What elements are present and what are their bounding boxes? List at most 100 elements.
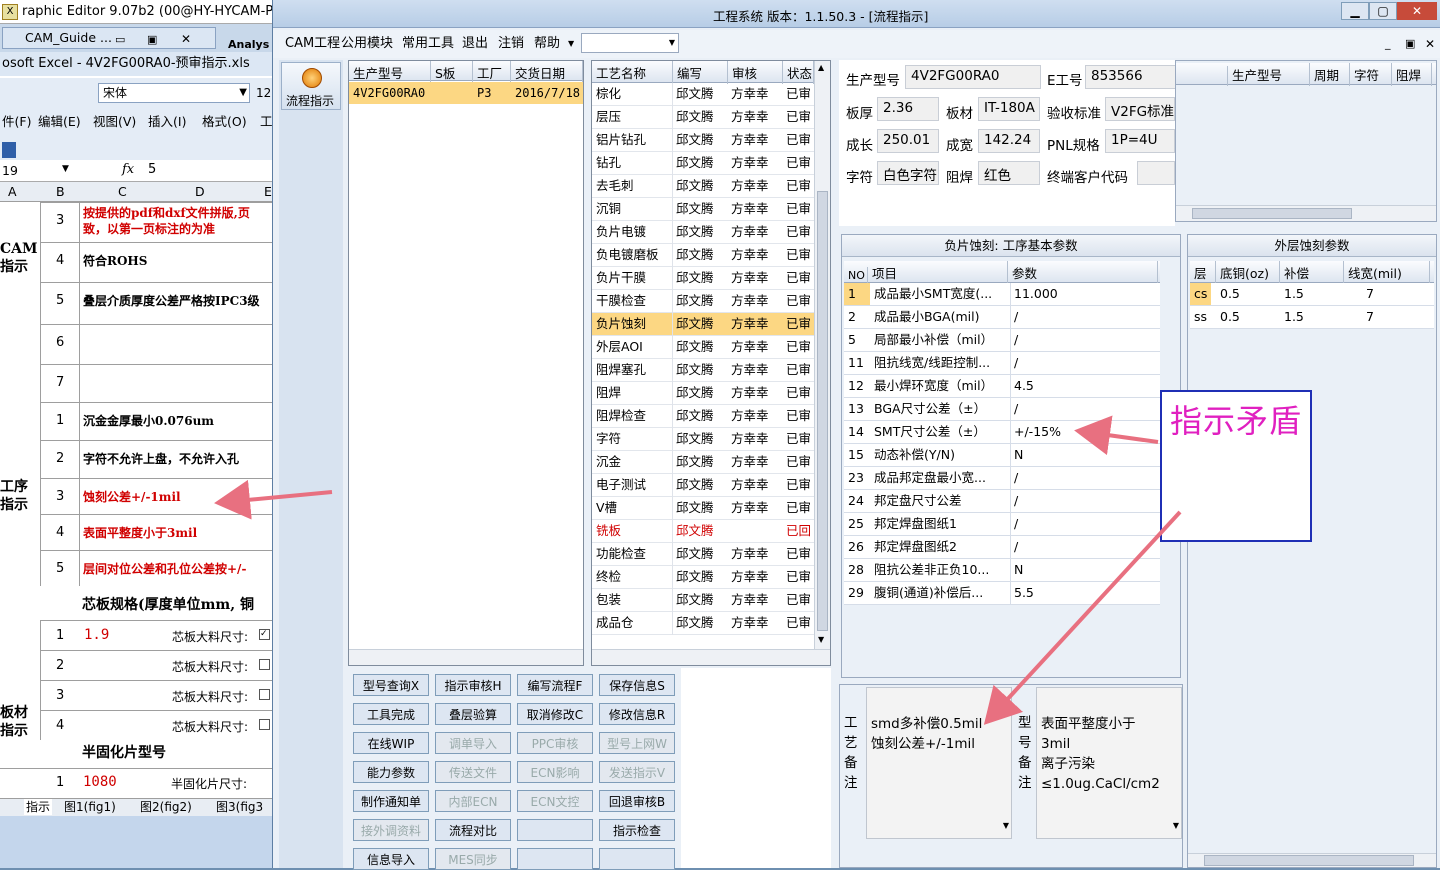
combo-arrow-icon[interactable]: ▼ — [669, 34, 675, 52]
action-button[interactable] — [517, 848, 593, 870]
col-status[interactable]: 状态 — [783, 61, 814, 84]
menu-help[interactable]: 帮助 — [534, 30, 560, 58]
etch-col-copper[interactable]: 底铜(oz) — [1216, 261, 1280, 284]
model-grid-row[interactable]: 4V2FG00RA0 P3 2016/7/18 — [349, 82, 583, 104]
param-row[interactable]: 25 邦定焊盘图纸1 / — [844, 513, 1160, 536]
toolbar-combo[interactable]: ▼ — [581, 33, 679, 53]
summary-scroll-thumb[interactable] — [1192, 208, 1352, 219]
excel-row-text[interactable]: 沉金金厚最小0.076um — [83, 413, 214, 429]
param-row[interactable]: 26 邦定焊盘图纸2 / — [844, 536, 1160, 559]
param-row[interactable]: 11 阻抗线宽/线距控制... / — [844, 352, 1160, 375]
process-row[interactable]: 阻焊 邱文腾 方幸幸 已审 — [592, 382, 814, 405]
process-row[interactable]: 外层AOI 邱文腾 方幸幸 已审 — [592, 336, 814, 359]
font-size-value[interactable]: 12 — [256, 86, 271, 100]
toolbar-options-icon[interactable] — [2, 142, 16, 158]
summary-col-mask[interactable]: 阻焊 — [1392, 63, 1432, 86]
col-d[interactable]: D — [195, 184, 205, 199]
process-grid-hscroll[interactable] — [592, 649, 830, 665]
menu-view[interactable]: 视图(V) — [93, 108, 136, 136]
name-box[interactable]: 19 — [2, 163, 18, 178]
process-row[interactable]: 终检 邱文腾 方幸幸 已审 — [592, 566, 814, 589]
excel-row-text[interactable]: 层间对位公差和孔位公差按+/- — [83, 561, 246, 577]
mdi-close-icon[interactable]: ✕ — [1425, 30, 1435, 58]
col-writer[interactable]: 编写 — [673, 61, 728, 84]
mdi-minimize-icon[interactable]: _ — [1385, 30, 1391, 58]
etch-col-comp[interactable]: 补偿 — [1280, 261, 1344, 284]
action-button[interactable]: 能力参数 — [353, 761, 429, 783]
col-model[interactable]: 生产型号 — [349, 61, 431, 84]
menu-exit[interactable]: 退出 — [462, 30, 488, 58]
minimize-icon[interactable]: ▭ — [115, 30, 125, 50]
param-row[interactable]: 13 BGA尺寸公差（±） / — [844, 398, 1160, 421]
col-factory[interactable]: 工厂 — [473, 61, 511, 84]
checkbox-icon[interactable]: ✓ — [259, 629, 270, 640]
action-button[interactable]: ECN文控 — [517, 790, 593, 812]
action-button[interactable]: 指示检查 — [599, 819, 675, 841]
process-row[interactable]: 功能检查 邱文腾 方幸幸 已审 — [592, 543, 814, 566]
action-button[interactable]: 指示审核H — [435, 674, 511, 696]
process-row[interactable]: 负电镀磨板 邱文腾 方幸幸 已审 — [592, 244, 814, 267]
etch-col-linewidth[interactable]: 线宽(mil) — [1344, 261, 1430, 284]
action-button[interactable]: 回退审核B — [599, 790, 675, 812]
width-field[interactable]: 142.24 — [978, 129, 1040, 153]
col-b[interactable]: B — [56, 184, 65, 199]
process-row[interactable]: 沉金 邱文腾 方幸幸 已审 — [592, 451, 814, 474]
menu-edit[interactable]: 编辑(E) — [38, 108, 81, 136]
chevron-down-icon[interactable]: ▼ — [239, 84, 247, 102]
length-field[interactable]: 250.01 — [877, 129, 939, 153]
process-row[interactable]: 棕化 邱文腾 方幸幸 已审 — [592, 83, 814, 106]
param-col-no[interactable]: NO — [844, 267, 868, 284]
process-row[interactable]: 钻孔 邱文腾 方幸幸 已审 — [592, 152, 814, 175]
process-note-scroll-icon[interactable]: ▼ — [1003, 816, 1009, 836]
action-button[interactable]: 型号上网W — [599, 732, 675, 754]
action-button[interactable]: 发送指示V — [599, 761, 675, 783]
action-button[interactable]: 叠层验算 — [435, 703, 511, 725]
menu-format[interactable]: 格式(O) — [202, 108, 247, 136]
menu-more[interactable]: 工 — [260, 108, 273, 136]
sheet-tab-2[interactable]: 图2(fig2) — [140, 799, 192, 815]
action-button[interactable]: 制作通知单 — [353, 790, 429, 812]
excel-row-text[interactable]: 按提供的pdf和dxf文件拼版,页 致，以第一页标注的为准 — [83, 205, 250, 237]
param-row[interactable]: 1 成品最小SMT宽度(... 11.000 — [844, 283, 1160, 306]
process-row[interactable]: 铝片钻孔 邱文腾 方幸幸 已审 — [592, 129, 814, 152]
param-col-value[interactable]: 参数 — [1008, 261, 1158, 284]
name-box-dropdown-icon[interactable]: ▼ — [62, 164, 69, 174]
action-button[interactable]: 取消修改C — [517, 703, 593, 725]
cam-guide-tab[interactable]: CAM_Guide ... ▭ ▣ ✕ — [2, 27, 216, 49]
param-col-item[interactable]: 项目 — [868, 261, 1008, 284]
action-button[interactable] — [517, 819, 593, 841]
excel-row-text[interactable]: 蚀刻公差+/-1mil — [83, 489, 181, 505]
window-restore-button[interactable]: ▢ — [1369, 2, 1397, 20]
process-row[interactable]: 层压 邱文腾 方幸幸 已审 — [592, 106, 814, 129]
col-e[interactable]: E — [264, 184, 272, 199]
action-button[interactable]: 型号查询X — [353, 674, 429, 696]
action-button[interactable]: MES同步 — [435, 848, 511, 870]
col-date[interactable]: 交货日期 — [511, 61, 583, 84]
formula-value[interactable]: 5 — [148, 162, 156, 177]
col-s[interactable]: S板 — [431, 61, 473, 84]
action-button[interactable]: 接外调资料 — [353, 819, 429, 841]
summary-col-char[interactable]: 字符 — [1350, 63, 1392, 86]
char-field[interactable]: 白色字符 — [877, 161, 939, 185]
summary-col-model[interactable]: 生产型号 — [1228, 63, 1310, 86]
close-icon[interactable]: ✕ — [181, 29, 191, 49]
material-field[interactable]: IT-180A — [978, 97, 1040, 121]
sheet-tab-1[interactable]: 图1(fig1) — [64, 799, 116, 815]
process-row[interactable]: 电子测试 邱文腾 方幸幸 已审 — [592, 474, 814, 497]
model-note-scroll-icon[interactable]: ▼ — [1173, 816, 1179, 836]
process-row[interactable]: 阻焊检查 邱文腾 方幸幸 已审 — [592, 405, 814, 428]
col-process-name[interactable]: 工艺名称 — [592, 61, 673, 84]
help-dropdown-icon[interactable]: ▼ — [568, 30, 574, 58]
process-row[interactable]: 沉铜 邱文腾 方幸幸 已审 — [592, 198, 814, 221]
col-c[interactable]: C — [118, 184, 127, 199]
action-button[interactable]: ECN影响 — [517, 761, 593, 783]
menu-tools[interactable]: 常用工具 — [402, 30, 454, 58]
process-row[interactable]: V槽 邱文腾 方幸幸 已审 — [592, 497, 814, 520]
param-row[interactable]: 15 动态补偿(Y/N) N — [844, 444, 1160, 467]
excel-row-text[interactable]: 叠层介质厚度公差严格按IPC3级 — [83, 293, 260, 309]
model-grid-hscroll[interactable] — [349, 649, 583, 665]
excel-row-text[interactable]: 字符不允许上盘，不允许入孔 — [83, 451, 239, 467]
menu-logout[interactable]: 注销 — [498, 30, 524, 58]
summary-grid-hscroll[interactable] — [1176, 205, 1436, 221]
etch-row[interactable]: ss 0.5 1.5 7 — [1190, 306, 1434, 329]
